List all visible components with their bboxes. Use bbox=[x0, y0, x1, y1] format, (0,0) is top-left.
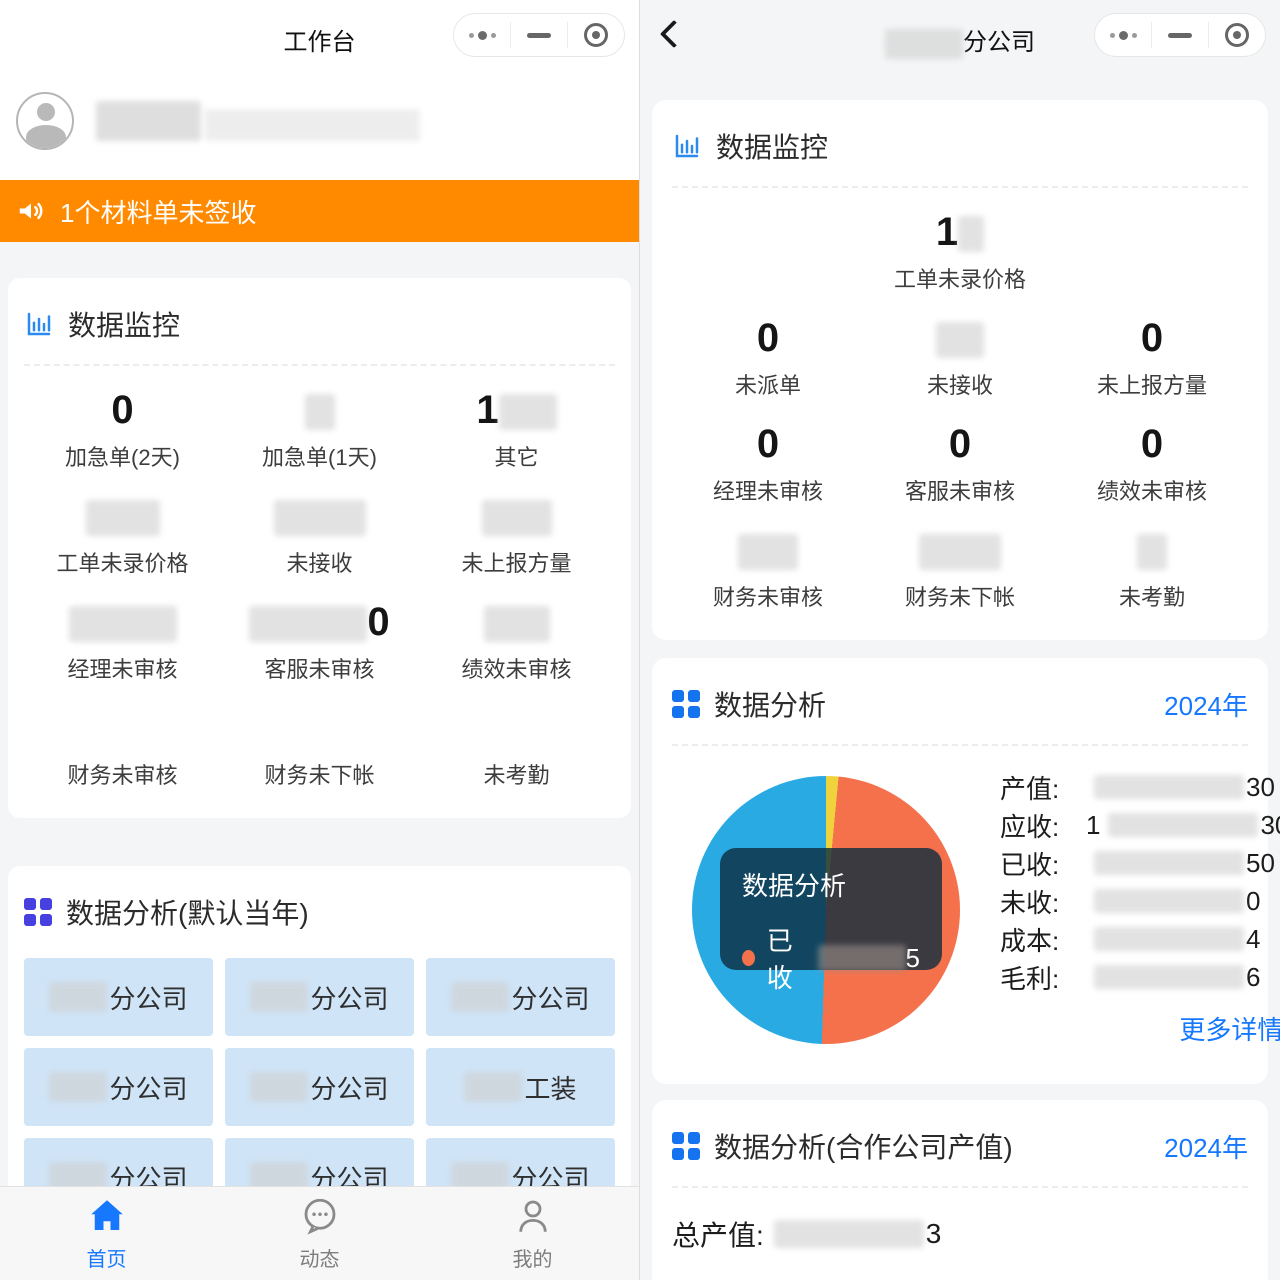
company-button[interactable]: 分公司 bbox=[225, 958, 414, 1036]
stat-receivable: 应收:130 bbox=[1000, 806, 1280, 844]
divider bbox=[672, 1186, 1248, 1188]
two-screen-composite: 工作台 1个 bbox=[0, 0, 1280, 1280]
stat-finance-unbooked: 财务未下帐 bbox=[221, 684, 418, 790]
stat-no-attendance: 未考勤 bbox=[1056, 506, 1248, 612]
avatar bbox=[16, 92, 74, 150]
stat-urgent-1d: 加急单(1天) bbox=[221, 366, 418, 472]
company-button[interactable]: 分公司 bbox=[225, 1048, 414, 1126]
analysis-title: 数据分析 bbox=[714, 684, 826, 724]
notice-banner[interactable]: 1个材料单未签收 bbox=[0, 180, 639, 242]
tooltip-title: 数据分析 bbox=[742, 866, 920, 903]
person-icon bbox=[512, 1195, 554, 1237]
stat-urgent-2d: 0 加急单(2天) bbox=[24, 366, 221, 472]
stat-service-unreviewed: 0 客服未审核 bbox=[221, 578, 418, 684]
right-navbar: 分公司 bbox=[640, 0, 1280, 70]
user-name-redacted bbox=[96, 101, 201, 141]
series-dot-icon bbox=[742, 950, 755, 966]
stat-service-unreviewed: 0 客服未审核 bbox=[864, 400, 1056, 506]
tooltip-series: 已收 bbox=[767, 921, 808, 995]
more-button[interactable] bbox=[454, 22, 510, 48]
workbench-screen: 工作台 1个 bbox=[0, 0, 640, 1280]
company-button[interactable]: 分公司 bbox=[426, 958, 615, 1036]
four-squares-icon bbox=[672, 1132, 700, 1160]
analysis-title: 数据分析(默认当年) bbox=[66, 892, 309, 932]
four-squares-icon bbox=[672, 690, 700, 718]
miniprogram-capsule bbox=[1094, 13, 1266, 57]
four-squares-icon bbox=[24, 898, 52, 926]
monitor-grid: 0 加急单(2天) 加急单(1天) 1 其它 工单未录价格 未接收 bbox=[24, 366, 615, 790]
pie-chart[interactable]: 数据分析 已收 5 bbox=[672, 756, 982, 1056]
tab-mine[interactable]: 我的 bbox=[426, 1187, 639, 1280]
monitor-title: 数据监控 bbox=[68, 304, 180, 344]
stat-manager-unreviewed: 0 经理未审核 bbox=[672, 400, 864, 506]
speaker-icon bbox=[16, 196, 46, 226]
coop-analysis-card: 数据分析(合作公司产值) 2024年 总产值:3 装饰 13 装饰 1 bbox=[652, 1100, 1268, 1280]
target-icon bbox=[1225, 23, 1249, 47]
data-monitor-card: 数据监控 0 加急单(2天) 加急单(1天) 1 其它 工单未录价格 bbox=[8, 278, 631, 818]
analysis-stats: 产值:30 应收:130 已收:50 未收:0 成本:4 毛 bbox=[982, 756, 1280, 1056]
tab-home[interactable]: 首页 bbox=[0, 1187, 213, 1280]
branch-detail-screen: 分公司 数据监控 1 工单未录价 bbox=[640, 0, 1280, 1280]
user-company-redacted bbox=[205, 109, 420, 141]
tab-feed[interactable]: 动态 bbox=[213, 1187, 426, 1280]
chart-tooltip: 数据分析 已收 5 bbox=[720, 848, 942, 970]
stat-output-value: 产值:30 bbox=[1000, 768, 1280, 806]
branch-monitor-card: 数据监控 1 工单未录价格 0 未派单 未接收 0 未上报方量 bbox=[652, 100, 1268, 640]
stat-cost: 成本:4 bbox=[1000, 920, 1280, 958]
user-name-block bbox=[96, 101, 420, 141]
company-button[interactable]: 分公司 bbox=[24, 958, 213, 1036]
minimize-button[interactable] bbox=[1151, 22, 1208, 48]
year-selector[interactable]: 2024年 bbox=[1164, 1128, 1248, 1165]
stat-perf-unreviewed: 0 绩效未审核 bbox=[1056, 400, 1248, 506]
stat-finance-unreviewed: 财务未审核 bbox=[672, 506, 864, 612]
more-button[interactable] bbox=[1095, 22, 1151, 48]
bar-chart-icon bbox=[672, 131, 702, 161]
company-button[interactable]: 工装 bbox=[426, 1048, 615, 1126]
miniprogram-capsule bbox=[453, 13, 625, 57]
stat-no-price: 工单未录价格 bbox=[24, 472, 221, 578]
more-dots-icon bbox=[1110, 31, 1137, 40]
stat-gross-profit: 毛利:6 bbox=[1000, 958, 1280, 996]
stat-no-volume: 0 未上报方量 bbox=[1056, 294, 1248, 400]
close-button[interactable] bbox=[1208, 22, 1265, 48]
minus-icon bbox=[1168, 33, 1192, 38]
total-value-redacted bbox=[774, 1220, 924, 1248]
company-button[interactable]: 分公司 bbox=[24, 1048, 213, 1126]
notice-text: 1个材料单未签收 bbox=[60, 193, 256, 230]
stat-received: 已收:50 bbox=[1000, 844, 1280, 882]
stat-manager-unreviewed: 经理未审核 bbox=[24, 578, 221, 684]
tab-bar: 首页 动态 我的 bbox=[0, 1186, 639, 1280]
stat-other: 1 其它 bbox=[418, 366, 615, 472]
stat-not-received: 未接收 bbox=[864, 294, 1056, 400]
stat-no-attendance: 未考勤 bbox=[418, 684, 615, 790]
stat-finance-unreviewed: 财务未审核 bbox=[24, 684, 221, 790]
coop-title: 数据分析(合作公司产值) bbox=[714, 1126, 1013, 1166]
stat-perf-unreviewed: 绩效未审核 bbox=[418, 578, 615, 684]
close-button[interactable] bbox=[567, 22, 624, 48]
branch-monitor-grid: 1 工单未录价格 0 未派单 未接收 0 未上报方量 0 经理未审核 bbox=[672, 188, 1248, 612]
minimize-button[interactable] bbox=[510, 22, 567, 48]
more-dots-icon bbox=[469, 31, 496, 40]
bar-chart-icon bbox=[24, 309, 54, 339]
stat-no-price: 1 工单未录价格 bbox=[672, 188, 1248, 294]
more-details-link[interactable]: 更多详情 bbox=[1000, 1010, 1280, 1047]
home-icon bbox=[86, 1195, 128, 1237]
stat-finance-unbooked: 财务未下帐 bbox=[864, 506, 1056, 612]
stat-not-received: 未接收 bbox=[221, 472, 418, 578]
tooltip-value-redacted bbox=[818, 945, 905, 971]
stat-no-volume: 未上报方量 bbox=[418, 472, 615, 578]
target-icon bbox=[584, 23, 608, 47]
year-selector[interactable]: 2024年 bbox=[1164, 686, 1248, 723]
chat-bubble-icon bbox=[299, 1195, 341, 1237]
minus-icon bbox=[527, 33, 551, 38]
user-profile-row[interactable] bbox=[0, 70, 639, 180]
divider bbox=[672, 744, 1248, 746]
stat-not-dispatched: 0 未派单 bbox=[672, 294, 864, 400]
tooltip-value-suffix: 5 bbox=[906, 943, 920, 974]
branch-analysis-card: 数据分析 2024年 数据分析 已收 5 bbox=[652, 658, 1268, 1084]
left-navbar: 工作台 bbox=[0, 0, 639, 70]
monitor-title: 数据监控 bbox=[716, 126, 828, 166]
stat-unreceived: 未收:0 bbox=[1000, 882, 1280, 920]
total-output-line: 总产值:3 bbox=[672, 1214, 1248, 1254]
